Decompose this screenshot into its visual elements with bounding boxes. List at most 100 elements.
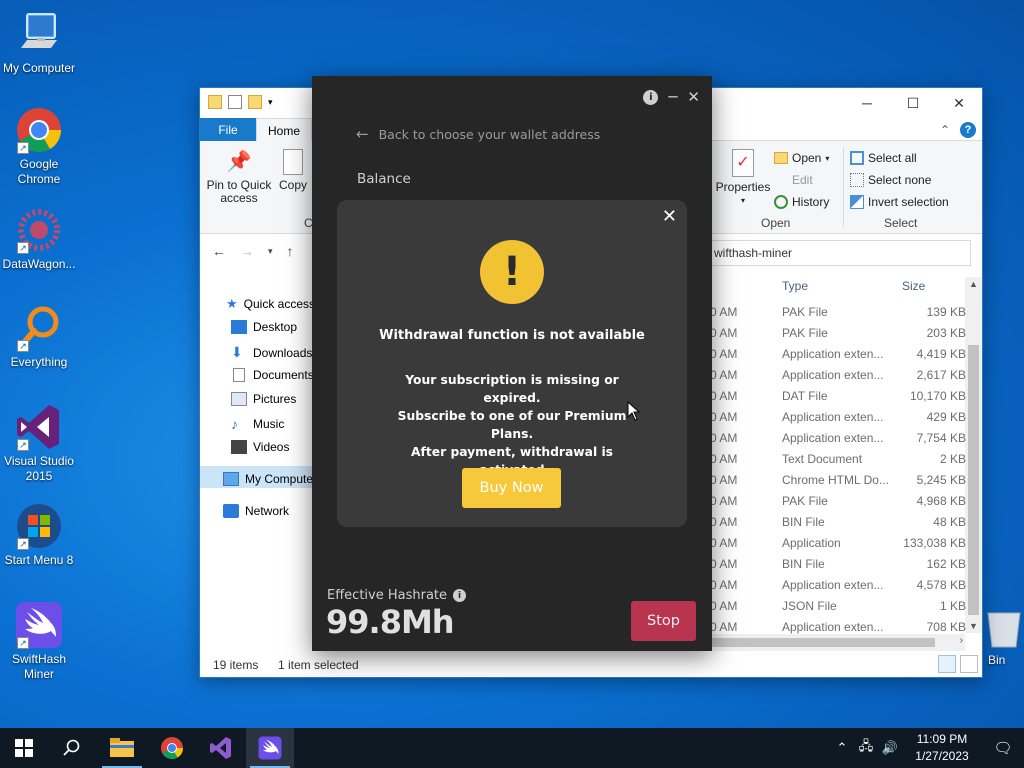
- large-icons-view-button[interactable]: [960, 655, 978, 673]
- nav-item-videos[interactable]: Videos: [231, 440, 289, 454]
- tab-home[interactable]: Home: [256, 118, 312, 142]
- desktop-icon-start-menu-8[interactable]: ↗ Start Menu 8: [0, 502, 78, 568]
- table-row[interactable]: 0 AM Text Document 2 KB: [710, 449, 972, 470]
- desktop-icon-datawagon[interactable]: ↗ DataWagon...: [0, 206, 78, 272]
- start-button[interactable]: [0, 728, 48, 768]
- table-row[interactable]: 0 AM DAT File 10,170 KB: [710, 386, 972, 407]
- taskbar-swifthash-miner[interactable]: [246, 728, 294, 768]
- withdrawal-unavailable-modal: ✕ ! Withdrawal function is not available…: [337, 200, 687, 527]
- select-group-label: Select: [884, 216, 918, 230]
- buy-now-button[interactable]: Buy Now: [462, 468, 561, 508]
- table-row[interactable]: 0 AM Application exten... 4,419 KB: [710, 344, 972, 365]
- desktop-icon-my-computer[interactable]: My Computer: [0, 10, 78, 76]
- scrollbar-thumb[interactable]: [710, 638, 935, 647]
- table-row[interactable]: 0 AM PAK File 4,968 KB: [710, 491, 972, 512]
- desktop-icon-label: Everything: [10, 355, 68, 369]
- cell-size: 4,968 KB: [916, 494, 966, 508]
- volume-icon[interactable]: 🔊: [878, 740, 902, 756]
- table-row[interactable]: 0 AM Application exten... 429 KB: [710, 407, 972, 428]
- history-button[interactable]: History: [774, 195, 829, 209]
- cell-type: BIN File: [782, 557, 825, 571]
- taskbar-chrome[interactable]: [148, 728, 196, 768]
- file-list-header: Type Size: [710, 275, 972, 297]
- cell-date-modified: 0 AM: [710, 431, 738, 445]
- info-icon[interactable]: i: [453, 589, 467, 602]
- edit-button[interactable]: Edit: [774, 173, 813, 187]
- cell-type: Application exten...: [782, 410, 884, 424]
- table-row[interactable]: 0 AM JSON File 1 KB: [710, 596, 972, 617]
- modal-close-icon[interactable]: ✕: [662, 206, 677, 227]
- details-view-button[interactable]: [938, 655, 956, 673]
- table-row[interactable]: 0 AM Application 133,038 KB: [710, 533, 972, 554]
- nav-item-pictures[interactable]: Pictures: [231, 392, 296, 406]
- nav-item-downloads[interactable]: ⬇ Downloads: [231, 344, 312, 361]
- column-header-type[interactable]: Type: [782, 279, 808, 293]
- table-row[interactable]: 0 AM Application exten... 4,578 KB: [710, 575, 972, 596]
- chevron-down-icon[interactable]: ▾: [268, 243, 273, 259]
- tab-file[interactable]: File: [200, 118, 256, 141]
- up-arrow-icon[interactable]: ↑: [287, 243, 294, 259]
- nav-item-documents[interactable]: Documents: [231, 368, 314, 382]
- maximize-button[interactable]: ☐: [890, 88, 936, 118]
- forward-arrow-icon[interactable]: →: [240, 243, 254, 259]
- shortcut-arrow-icon: ↗: [17, 340, 29, 352]
- close-button[interactable]: ✕: [687, 90, 700, 105]
- copy-button[interactable]: Copy: [276, 149, 310, 192]
- properties-check-icon[interactable]: [228, 95, 242, 109]
- minimize-button[interactable]: ─: [844, 88, 890, 118]
- chevron-up-icon[interactable]: ⌃: [940, 123, 950, 137]
- table-row[interactable]: 0 AM Application exten... 2,617 KB: [710, 365, 972, 386]
- table-row[interactable]: 0 AM PAK File 203 KB: [710, 323, 972, 344]
- back-link[interactable]: ← Back to choose your wallet address: [356, 125, 600, 143]
- desktop-icon-visual-studio[interactable]: ↗ Visual Studio 2015: [0, 403, 78, 484]
- quick-access-toolbar: ▾: [208, 95, 276, 109]
- taskbar-file-explorer[interactable]: [98, 728, 146, 768]
- table-row[interactable]: 0 AM Chrome HTML Do... 5,245 KB: [710, 470, 972, 491]
- column-header-size[interactable]: Size: [902, 279, 925, 293]
- table-row[interactable]: 0 AM BIN File 162 KB: [710, 554, 972, 575]
- desktop-icon-everything[interactable]: ↗ Everything: [0, 304, 78, 370]
- back-arrow-icon[interactable]: ←: [212, 243, 226, 259]
- scroll-up-icon[interactable]: ▲: [969, 279, 978, 289]
- clock[interactable]: 11:09 PM 1/27/2023: [902, 731, 982, 765]
- balance-label: Balance: [357, 171, 411, 187]
- nav-item-quick-access[interactable]: ★ Quick access: [226, 296, 315, 312]
- search-button[interactable]: [48, 728, 96, 768]
- folder-icon[interactable]: [208, 95, 222, 109]
- new-folder-icon[interactable]: [248, 95, 262, 109]
- nav-item-my-computer[interactable]: My Compute: [223, 472, 313, 486]
- properties-button[interactable]: ✓ Properties ▾: [714, 149, 772, 207]
- select-none-button[interactable]: Select none: [850, 173, 931, 187]
- desktop-icon-label: DataWagon...: [2, 257, 76, 271]
- help-icon[interactable]: ?: [960, 122, 976, 138]
- nav-item-desktop[interactable]: Desktop: [231, 320, 297, 334]
- info-icon[interactable]: i: [643, 90, 659, 105]
- stop-button[interactable]: Stop: [631, 601, 696, 641]
- notifications-icon[interactable]: 🗨: [982, 739, 1024, 757]
- windows-orb-icon: ↗: [15, 502, 63, 550]
- table-row[interactable]: 0 AM Application exten... 708 KB: [710, 617, 972, 638]
- swifthash-miner-window[interactable]: i ─ ✕ ← Back to choose your wallet addre…: [312, 76, 712, 651]
- desktop-icon-google-chrome[interactable]: ↗ Google Chrome: [0, 106, 78, 187]
- table-row[interactable]: 0 AM PAK File 139 KB: [710, 302, 972, 323]
- chevron-up-icon[interactable]: ⌃: [830, 740, 854, 756]
- desktop-icon-swifthash-miner[interactable]: ↗ SwiftHash Miner: [0, 601, 78, 682]
- minimize-button[interactable]: ─: [668, 90, 677, 105]
- chevron-down-icon[interactable]: ▾: [268, 95, 276, 109]
- desktop-icon-label: Google Chrome: [17, 157, 61, 186]
- selection-count: 1 item selected: [278, 658, 359, 672]
- taskbar-visual-studio[interactable]: [197, 728, 245, 768]
- nav-item-network[interactable]: Network: [223, 504, 289, 518]
- table-row[interactable]: 0 AM Application exten... 7,754 KB: [710, 428, 972, 449]
- table-row[interactable]: 0 AM BIN File 48 KB: [710, 512, 972, 533]
- pin-to-quick-access-button[interactable]: 📌 Pin to Quick access: [206, 149, 272, 205]
- network-icon[interactable]: 🖧: [854, 737, 878, 759]
- address-bar[interactable]: wifthash-miner: [705, 240, 971, 266]
- open-button[interactable]: Open ▾: [774, 151, 829, 165]
- select-all-button[interactable]: Select all: [850, 151, 917, 165]
- close-button[interactable]: ✕: [936, 88, 982, 118]
- nav-item-music[interactable]: ♪ Music: [231, 416, 284, 432]
- desktop-icon-recycle-bin[interactable]: Bin: [984, 605, 1024, 667]
- cell-size: 429 KB: [926, 410, 966, 424]
- invert-selection-button[interactable]: Invert selection: [850, 195, 949, 209]
